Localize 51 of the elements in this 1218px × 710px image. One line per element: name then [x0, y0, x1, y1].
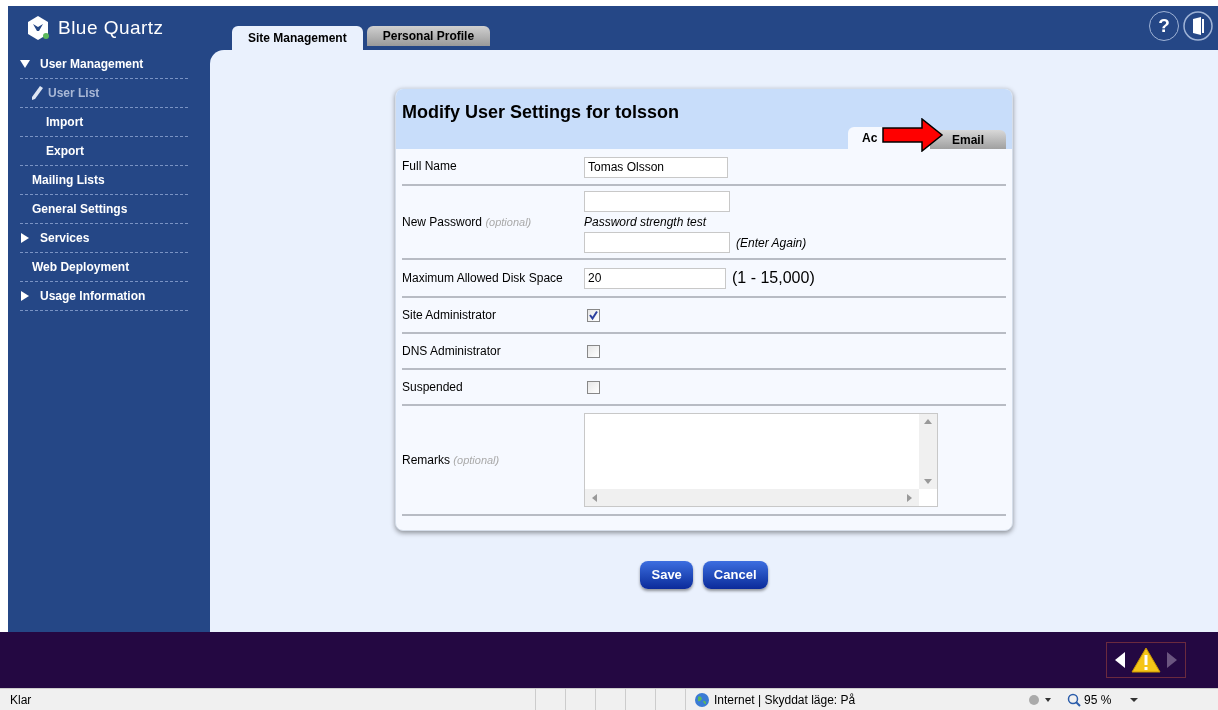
sidebar-item[interactable]: Import	[30, 113, 84, 131]
checkbox[interactable]	[587, 308, 600, 322]
text-field[interactable]: Tomas Olsson	[584, 156, 728, 178]
password-field[interactable]	[584, 232, 730, 253]
top-tab[interactable]: Personal Profile	[366, 26, 491, 46]
status-text: Klar	[9, 691, 33, 709]
sidebar-item[interactable]: General Settings	[20, 200, 128, 218]
right-arrow-icon[interactable]	[1165, 651, 1179, 669]
pointer-arrow-icon	[882, 118, 944, 152]
sidebar-item[interactable]: Web Deployment	[20, 258, 130, 276]
zoom-level[interactable]: 95 %	[1084, 690, 1112, 709]
sidebar-item[interactable]: Usage Information	[40, 287, 146, 305]
form-button[interactable]: Cancel	[702, 561, 768, 589]
field-label: Full Name	[402, 159, 457, 173]
pencil-icon	[30, 85, 44, 101]
strength-text: Password strength test	[584, 214, 708, 231]
checkbox[interactable]	[587, 344, 600, 358]
form-tab[interactable]: Email	[930, 130, 1006, 149]
field-label: DNS Administrator	[402, 344, 501, 358]
checkbox[interactable]	[587, 380, 600, 394]
collapsed-triangle-icon[interactable]	[20, 291, 30, 301]
form-title: Modify User Settings for tolsson	[402, 101, 680, 124]
warning-icon[interactable]	[1131, 647, 1161, 673]
range-text: (1 - 15,000)	[732, 268, 815, 288]
cube-logo-icon	[26, 15, 50, 41]
optional-hint: (optional)	[453, 454, 500, 466]
field-label: Maximum Allowed Disk Space	[402, 271, 563, 285]
sidebar-item[interactable]: Export	[30, 142, 84, 160]
enter-again-text: (Enter Again)	[736, 234, 807, 252]
zoom-icon[interactable]	[1067, 692, 1081, 707]
field-label: New Password	[402, 215, 483, 229]
security-zone: Internet | Skyddat läge: På	[714, 691, 856, 709]
form-button[interactable]: Save	[640, 561, 693, 589]
field-label: Remarks	[402, 453, 450, 467]
collapsed-triangle-icon[interactable]	[20, 233, 30, 243]
brand-name: Blue Quartz	[58, 15, 164, 40]
disk-space-field[interactable]: 20	[584, 267, 726, 289]
sidebar-item[interactable]: Services	[40, 229, 90, 247]
sidebar-item[interactable]: Mailing Lists	[20, 171, 105, 189]
field-label: Suspended	[402, 380, 463, 394]
left-arrow-icon[interactable]	[1113, 651, 1127, 669]
optional-hint: (optional)	[485, 216, 532, 228]
expanded-triangle-icon[interactable]	[20, 59, 30, 69]
top-tab[interactable]: Site Management	[232, 26, 363, 50]
password-field[interactable]	[584, 191, 730, 212]
logout-door-icon[interactable]	[1182, 10, 1214, 42]
sidebar-item[interactable]: User List	[32, 84, 100, 102]
globe-icon	[694, 691, 710, 708]
field-label: Site Administrator	[402, 308, 497, 322]
sidebar-item[interactable]: User Management	[40, 55, 144, 73]
dropdown-caret-icon[interactable]	[1129, 695, 1140, 704]
